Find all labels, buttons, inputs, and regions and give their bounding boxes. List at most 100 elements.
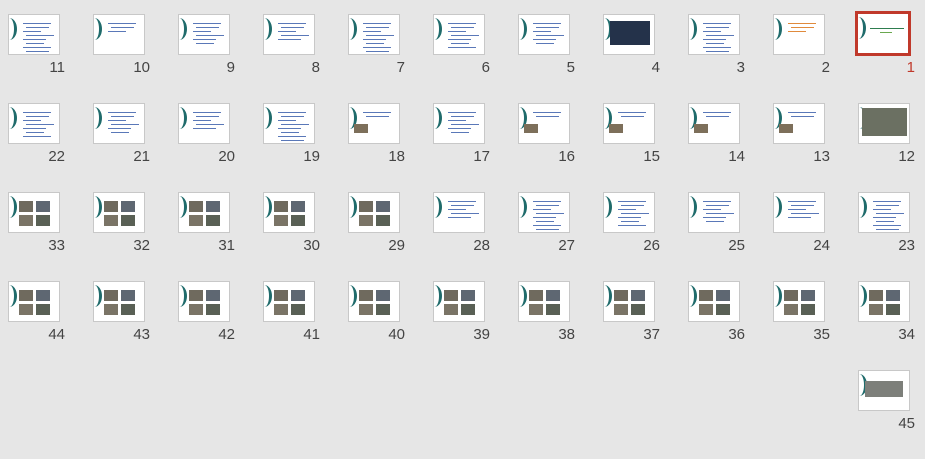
- slide-preview[interactable]: [178, 14, 230, 55]
- slide-photo: [376, 215, 390, 226]
- slide-preview[interactable]: [93, 281, 145, 322]
- slide-preview[interactable]: [688, 192, 740, 233]
- slide-thumbnail-5[interactable]: 5: [518, 14, 603, 103]
- slide-thumbnail-29[interactable]: 29: [348, 192, 433, 281]
- slide-preview[interactable]: [858, 370, 910, 411]
- slide-text-line: [791, 116, 814, 117]
- slide-thumbnail-7[interactable]: 7: [348, 14, 433, 103]
- slide-preview[interactable]: [348, 192, 400, 233]
- slide-preview[interactable]: [688, 14, 740, 55]
- slide-preview[interactable]: [263, 192, 315, 233]
- slide-theme-swoosh: [519, 285, 527, 307]
- slide-preview[interactable]: [518, 192, 570, 233]
- slide-thumbnail-21[interactable]: 21: [93, 103, 178, 192]
- slide-thumbnail-43[interactable]: 43: [93, 281, 178, 370]
- slide-thumbnail-25[interactable]: 25: [688, 192, 773, 281]
- slide-thumbnail-11[interactable]: 11: [8, 14, 93, 103]
- slide-thumbnail-26[interactable]: 26: [603, 192, 688, 281]
- slide-preview[interactable]: [433, 103, 485, 144]
- slide-preview[interactable]: [603, 14, 655, 55]
- slide-preview[interactable]: [603, 192, 655, 233]
- slide-preview[interactable]: [773, 103, 825, 144]
- slide-thumbnail-37[interactable]: 37: [603, 281, 688, 370]
- slide-thumbnail-17[interactable]: 17: [433, 103, 518, 192]
- slide-thumbnail-36[interactable]: 36: [688, 281, 773, 370]
- slide-preview[interactable]: [433, 281, 485, 322]
- slide-thumbnail-27[interactable]: 27: [518, 192, 603, 281]
- slide-photo: [631, 290, 645, 301]
- slide-preview[interactable]: [433, 192, 485, 233]
- slide-preview[interactable]: [688, 281, 740, 322]
- slide-thumbnail-2[interactable]: 2: [773, 14, 858, 103]
- slide-preview[interactable]: [773, 281, 825, 322]
- slide-thumbnail-3[interactable]: 3: [688, 14, 773, 103]
- slide-preview[interactable]: [348, 281, 400, 322]
- slide-thumbnail-18[interactable]: 18: [348, 103, 433, 192]
- slide-preview[interactable]: [93, 14, 145, 55]
- slide-preview[interactable]: [93, 103, 145, 144]
- slide-thumbnail-8[interactable]: 8: [263, 14, 348, 103]
- slide-preview[interactable]: [93, 192, 145, 233]
- slide-thumbnail-6[interactable]: 6: [433, 14, 518, 103]
- slide-thumbnail-39[interactable]: 39: [433, 281, 518, 370]
- slide-text-line: [26, 43, 44, 44]
- slide-preview[interactable]: [603, 103, 655, 144]
- slide-preview[interactable]: [858, 103, 910, 144]
- slide-preview[interactable]: [178, 281, 230, 322]
- slide-preview[interactable]: [433, 14, 485, 55]
- slide-thumbnail-14[interactable]: 14: [688, 103, 773, 192]
- slide-preview[interactable]: [855, 11, 911, 56]
- slide-thumbnail-12[interactable]: 12: [858, 103, 925, 192]
- slide-thumbnail-31[interactable]: 31: [178, 192, 263, 281]
- slide-text-line: [533, 31, 551, 32]
- slide-thumbnail-16[interactable]: 16: [518, 103, 603, 192]
- slide-preview[interactable]: [263, 103, 315, 144]
- slide-thumbnail-35[interactable]: 35: [773, 281, 858, 370]
- slide-text-line: [873, 225, 901, 226]
- slide-preview[interactable]: [8, 192, 60, 233]
- slide-thumbnail-33[interactable]: 33: [8, 192, 93, 281]
- slide-thumbnail-20[interactable]: 20: [178, 103, 263, 192]
- slide-thumbnail-41[interactable]: 41: [263, 281, 348, 370]
- slide-preview[interactable]: [773, 14, 825, 55]
- slide-thumbnail-10[interactable]: 10: [93, 14, 178, 103]
- slide-thumbnail-1[interactable]: 1: [855, 11, 925, 103]
- slide-thumbnail-42[interactable]: 42: [178, 281, 263, 370]
- slide-preview[interactable]: [348, 14, 400, 55]
- slide-preview[interactable]: [858, 192, 910, 233]
- slide-thumbnail-9[interactable]: 9: [178, 14, 263, 103]
- slide-preview[interactable]: [178, 103, 230, 144]
- slide-text-line: [193, 128, 216, 129]
- slide-thumbnail-30[interactable]: 30: [263, 192, 348, 281]
- slide-thumbnail-44[interactable]: 44: [8, 281, 93, 370]
- slide-thumbnail-40[interactable]: 40: [348, 281, 433, 370]
- slide-preview[interactable]: [178, 192, 230, 233]
- slide-preview[interactable]: [8, 14, 60, 55]
- slide-preview[interactable]: [518, 281, 570, 322]
- slide-thumbnail-34[interactable]: 34: [858, 281, 925, 370]
- slide-theme-swoosh: [264, 196, 272, 218]
- slide-thumbnail-45[interactable]: 45: [858, 370, 925, 459]
- slide-thumbnail-22[interactable]: 22: [8, 103, 93, 192]
- slide-thumbnail-19[interactable]: 19: [263, 103, 348, 192]
- slide-preview[interactable]: [263, 14, 315, 55]
- slide-preview[interactable]: [8, 281, 60, 322]
- slide-thumbnail-23[interactable]: 23: [858, 192, 925, 281]
- slide-thumbnail-4[interactable]: 4: [603, 14, 688, 103]
- slide-preview[interactable]: [518, 14, 570, 55]
- slide-thumbnail-32[interactable]: 32: [93, 192, 178, 281]
- slide-text-line: [788, 209, 806, 210]
- slide-preview[interactable]: [858, 281, 910, 322]
- slide-preview[interactable]: [348, 103, 400, 144]
- slide-preview[interactable]: [688, 103, 740, 144]
- slide-thumbnail-15[interactable]: 15: [603, 103, 688, 192]
- slide-thumbnail-38[interactable]: 38: [518, 281, 603, 370]
- slide-thumbnail-28[interactable]: 28: [433, 192, 518, 281]
- slide-preview[interactable]: [773, 192, 825, 233]
- slide-preview[interactable]: [518, 103, 570, 144]
- slide-preview[interactable]: [603, 281, 655, 322]
- slide-preview[interactable]: [8, 103, 60, 144]
- slide-thumbnail-24[interactable]: 24: [773, 192, 858, 281]
- slide-preview[interactable]: [263, 281, 315, 322]
- slide-thumbnail-13[interactable]: 13: [773, 103, 858, 192]
